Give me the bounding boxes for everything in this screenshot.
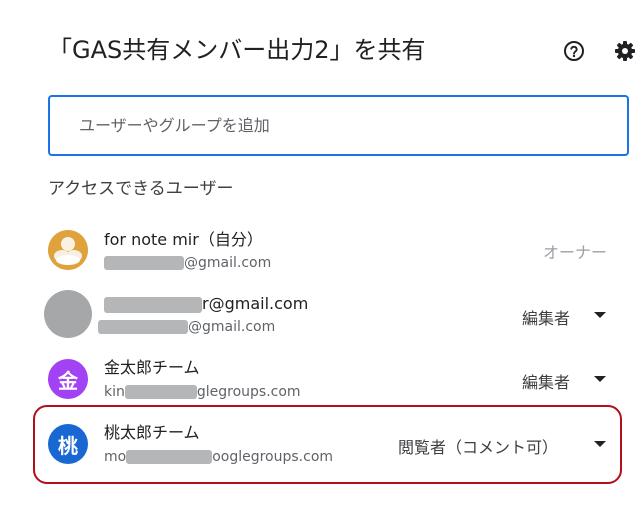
access-section-label: アクセスできるユーザー	[48, 179, 234, 199]
role-dropdown[interactable]: 編集者	[522, 305, 570, 329]
avatar	[48, 230, 88, 270]
avatar: 金	[48, 359, 88, 399]
share-dialog: 「GAS共有メンバー出力2」を共有 アクセスできるユーザー	[0, 0, 642, 517]
dialog-title: 「GAS共有メンバー出力2」を共有	[48, 36, 426, 64]
gear-icon[interactable]	[614, 40, 636, 62]
highlight-annotation	[33, 405, 622, 484]
redacted-text	[98, 320, 188, 334]
redacted-text	[104, 296, 202, 313]
person-name: 金太郎チーム	[104, 358, 200, 377]
person-row: r@gmail.com @gmail.com 編集者	[0, 284, 642, 344]
role-dropdown[interactable]: 編集者	[522, 369, 570, 393]
chevron-down-icon[interactable]	[594, 312, 606, 318]
chevron-down-icon[interactable]	[594, 376, 606, 382]
redacted-text	[104, 256, 184, 270]
person-email: kin glegroups.com	[104, 384, 301, 400]
person-email: @gmail.com	[104, 254, 271, 272]
person-name: r@gmail.com	[104, 293, 308, 315]
avatar-image	[48, 230, 88, 270]
person-row: 金 金太郎チーム kin glegroups.com 編集者	[0, 349, 642, 409]
add-people-field[interactable]	[48, 95, 629, 156]
help-icon[interactable]	[563, 40, 585, 62]
redacted-text	[124, 385, 197, 399]
person-row-owner: for note mir（自分） @gmail.com オーナー	[0, 222, 642, 282]
person-email: @gmail.com	[98, 318, 275, 336]
avatar	[44, 290, 92, 338]
person-name: for note mir（自分）	[104, 230, 263, 249]
role-label-owner: オーナー	[543, 243, 608, 262]
add-people-input[interactable]	[77, 115, 627, 136]
